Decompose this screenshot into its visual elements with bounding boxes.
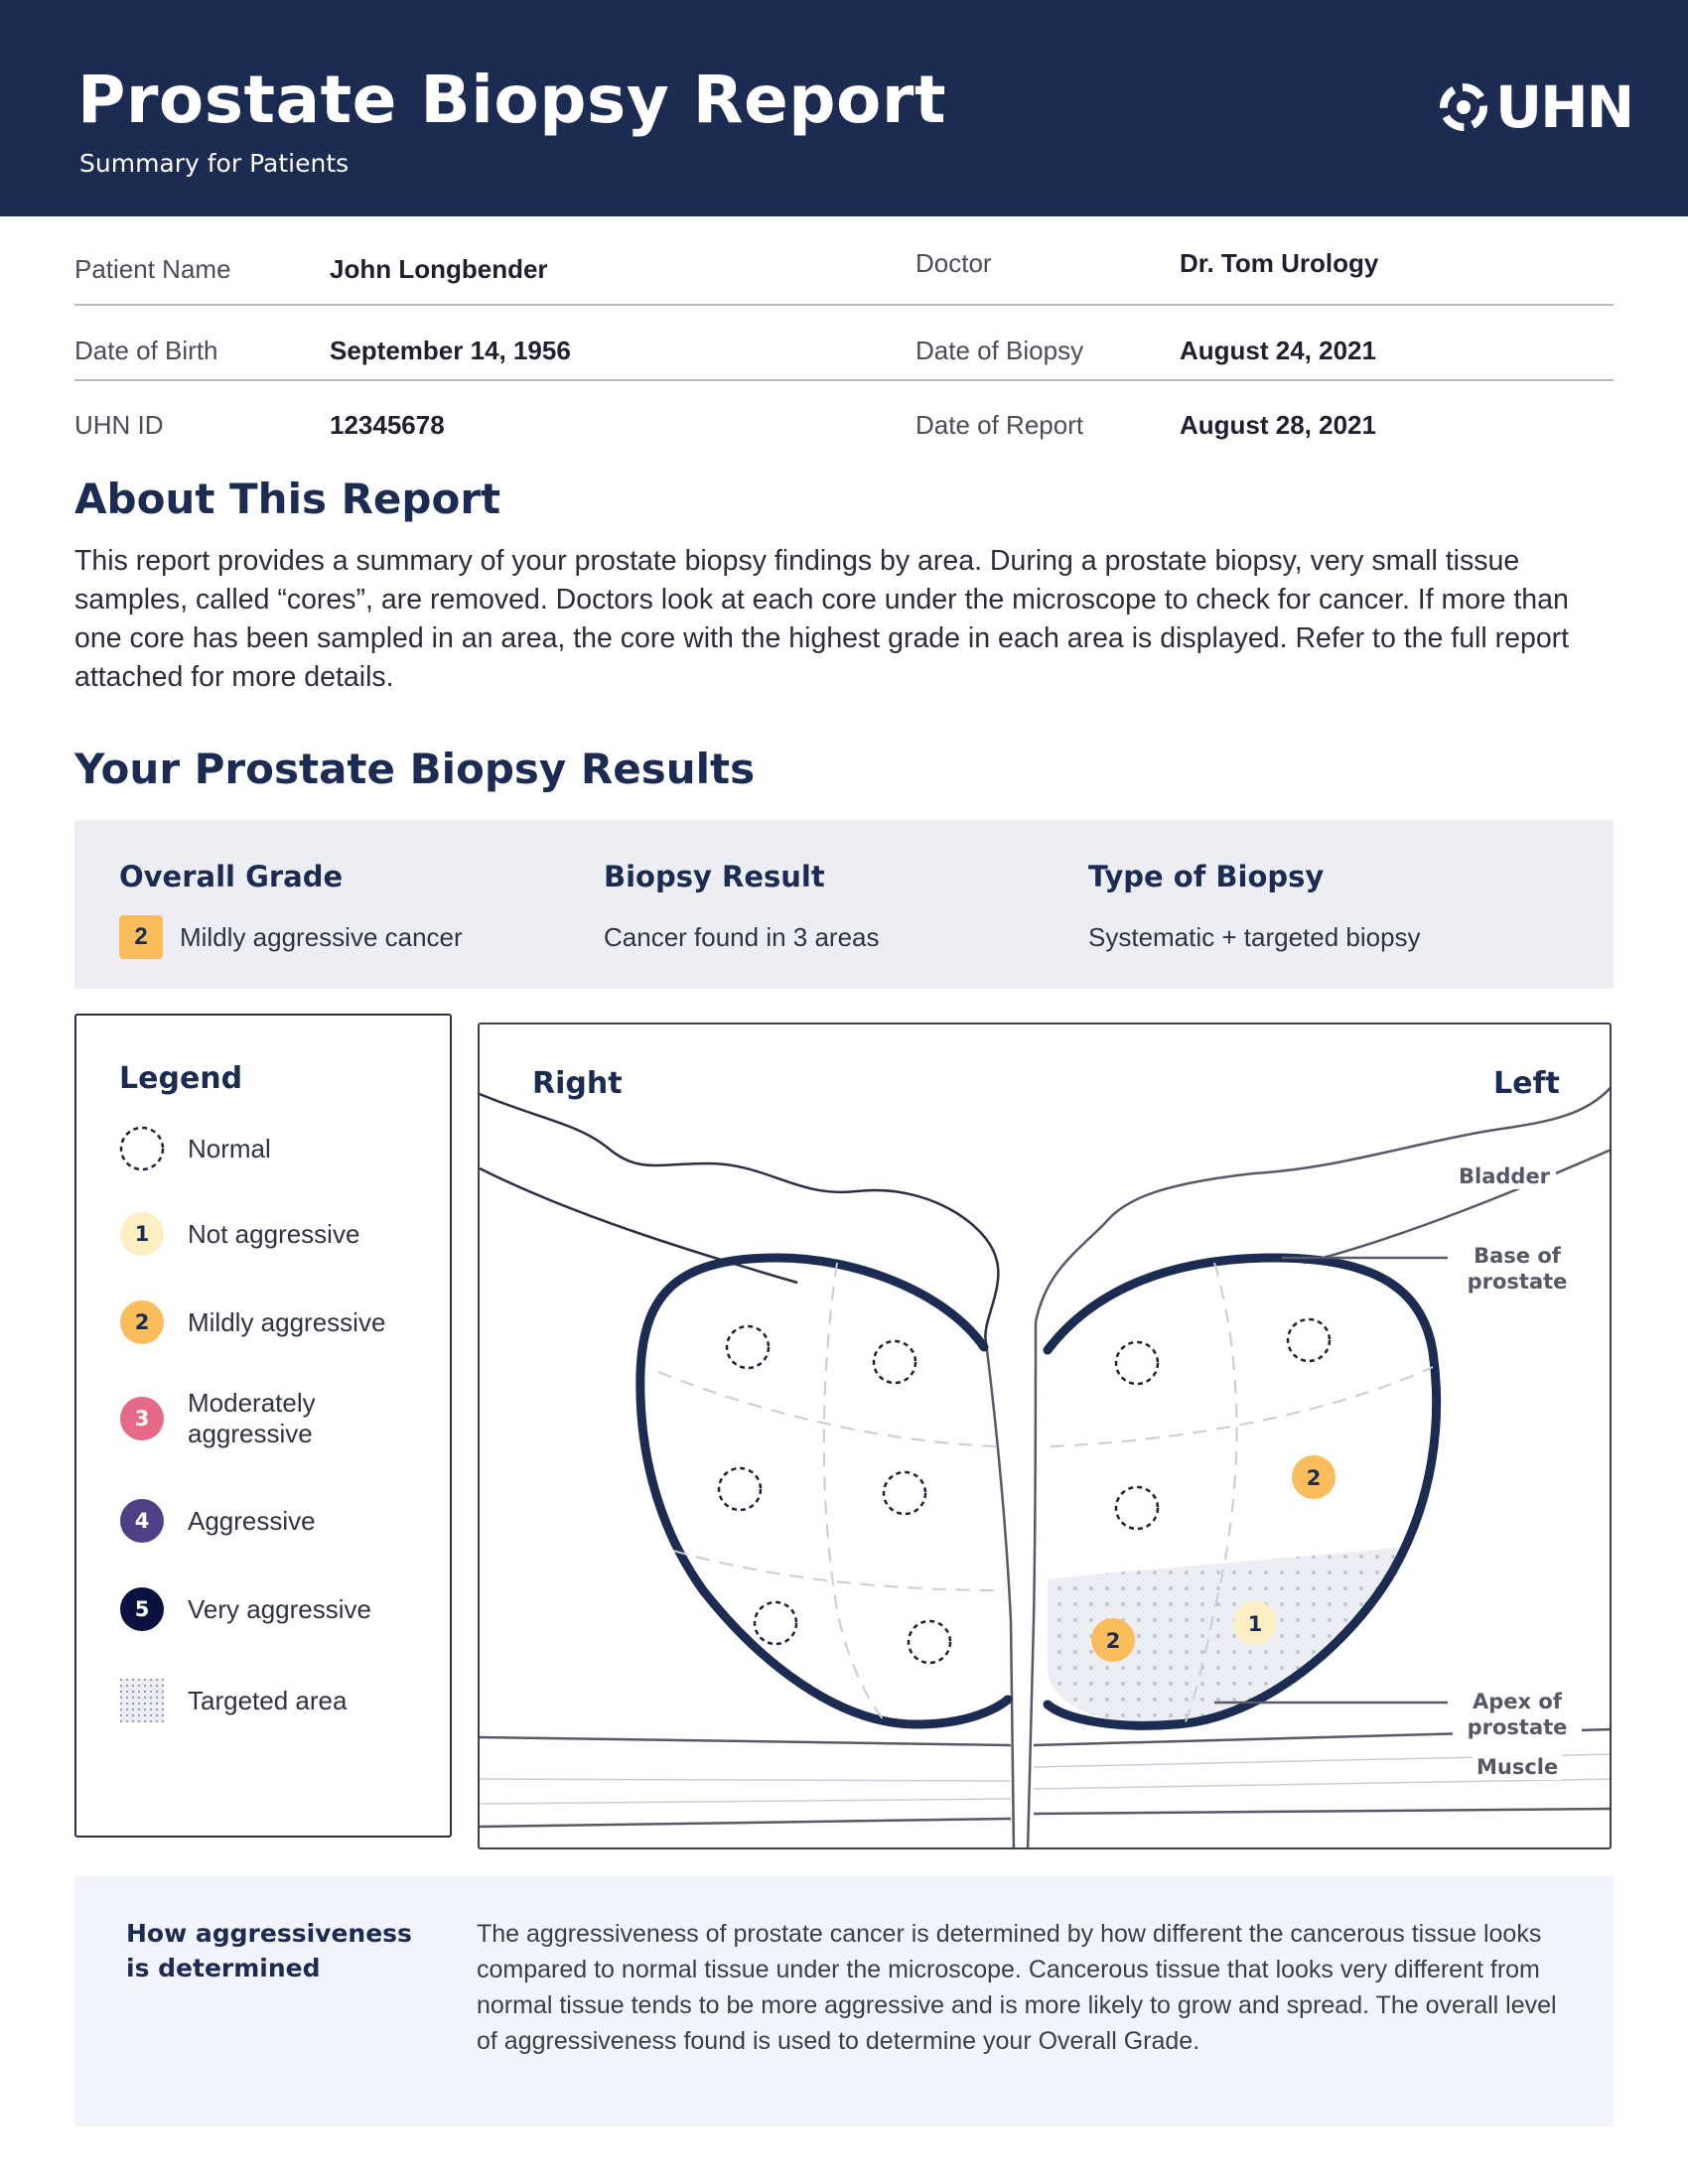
results-heading: Your Prostate Biopsy Results — [74, 745, 756, 793]
bladder-outline — [480, 1092, 1000, 1343]
biopsy-date-label: Date of Biopsy — [915, 336, 1084, 365]
prostate-diagram: 2 2 1 Right Left Bladder Base of prostat… — [478, 1023, 1612, 1849]
legend-title: Legend — [119, 1061, 243, 1096]
svg-text:1: 1 — [1248, 1612, 1263, 1636]
biopsy-type: Type of Biopsy Systematic + targeted bio… — [1088, 860, 1421, 959]
legend-item-grade-1: 1 Not aggressive — [118, 1210, 359, 1258]
biopsy-result-text: Cancer found in 3 areas — [604, 921, 880, 952]
patient-name: John Longbender — [330, 254, 548, 284]
right-core-normal — [753, 1600, 798, 1646]
patient-row-2: Date of Birth September 14, 1956 Date of… — [74, 306, 1614, 381]
left-core-normal — [1114, 1485, 1160, 1531]
overall-grade-text: Mildly aggressive cancer — [180, 921, 463, 952]
about-text: This report provides a summary of your p… — [74, 545, 1570, 693]
right-core-normal — [907, 1619, 952, 1665]
left-core-grade-2: 2 — [1292, 1455, 1336, 1499]
prostate-anatomy-svg: 2 2 1 — [480, 1086, 1610, 1847]
base-of-prostate-label: Base of prostate — [1453, 1243, 1582, 1295]
biopsy-result-title: Biopsy Result — [604, 860, 825, 893]
svg-text:1: 1 — [135, 1222, 150, 1246]
grade-5-icon: 5 — [120, 1587, 164, 1631]
legend-label: Very aggressive — [188, 1593, 371, 1624]
left-core-grade-1-targeted: 1 — [1233, 1601, 1277, 1645]
bladder-inner-outline — [480, 1166, 798, 1285]
biopsy-type-title: Type of Biopsy — [1088, 860, 1325, 893]
legend-label: Moderately aggressive — [188, 1388, 316, 1448]
legend-item-targeted: Targeted area — [118, 1677, 347, 1724]
uhn-id-value: 12345678 — [330, 410, 445, 440]
right-core-normal — [882, 1470, 927, 1516]
dob-value: September 14, 1956 — [330, 336, 571, 365]
left-side-label: Left — [1493, 1066, 1560, 1101]
muscle-label: Muscle — [1473, 1754, 1563, 1780]
doctor-label: Doctor — [915, 248, 992, 278]
svg-text:4: 4 — [135, 1509, 150, 1533]
legend-item-normal: Normal — [118, 1125, 271, 1172]
legend-item-grade-3: 3 Moderately aggressive — [118, 1388, 347, 1449]
legend-item-grade-5: 5 Very aggressive — [118, 1585, 371, 1633]
report-subtitle: Summary for Patients — [79, 149, 350, 178]
right-core-normal — [717, 1466, 763, 1512]
biopsy-date-value: August 24, 2021 — [1180, 336, 1376, 365]
overall-grade: Overall Grade 2 Mildly aggressive cancer — [119, 860, 463, 959]
aggressiveness-heading: How aggressiveness is determined — [126, 1919, 412, 1982]
right-core-normal — [872, 1339, 917, 1385]
grade-4-icon: 4 — [120, 1499, 164, 1543]
logo-text: UHN — [1495, 73, 1634, 141]
left-core-normal — [1114, 1340, 1160, 1386]
urethra — [984, 1341, 1016, 1847]
svg-text:2: 2 — [135, 1310, 150, 1334]
report-date-label: Date of Report — [915, 410, 1084, 440]
legend-item-grade-4: 4 Aggressive — [118, 1497, 316, 1545]
doctor-name: Dr. Tom Urology — [1180, 248, 1379, 278]
report-date-value: August 28, 2021 — [1180, 410, 1376, 440]
biopsy-result: Biopsy Result Cancer found in 3 areas — [604, 860, 880, 959]
uhn-id-label: UHN ID — [74, 410, 164, 440]
svg-text:3: 3 — [135, 1407, 150, 1431]
legend-label: Aggressive — [188, 1505, 316, 1536]
targeted-area-icon — [120, 1679, 164, 1722]
patient-row-1: Patient Name John Longbender Doctor Dr. … — [74, 230, 1614, 306]
right-side-label: Right — [532, 1066, 623, 1101]
legend-label: Mildly aggressive — [188, 1306, 386, 1337]
report-title: Prostate Biopsy Report — [77, 62, 946, 138]
legend-item-grade-2: 2 Mildly aggressive — [118, 1298, 385, 1346]
patient-row-3: UHN ID 12345678 Date of Report August 28… — [74, 380, 1614, 454]
left-core-normal — [1286, 1317, 1332, 1363]
report-header: Prostate Biopsy Report Summary for Patie… — [0, 0, 1688, 216]
biopsy-type-text: Systematic + targeted biopsy — [1088, 921, 1421, 952]
results-summary: Overall Grade 2 Mildly aggressive cancer… — [74, 820, 1614, 989]
apex-of-prostate-label: Apex of prostate — [1453, 1689, 1582, 1740]
legend-panel: Legend Normal 1 Not aggressive 2 Mildly … — [74, 1014, 452, 1838]
legend-label: Targeted area — [188, 1685, 348, 1715]
grade-3-icon: 3 — [120, 1397, 164, 1440]
svg-text:2: 2 — [1106, 1629, 1121, 1653]
left-core-grade-2-targeted: 2 — [1091, 1618, 1135, 1662]
grade-1-icon: 1 — [120, 1212, 164, 1256]
svg-text:2: 2 — [1307, 1466, 1322, 1490]
aggressiveness-text: The aggressiveness of prostate cancer is… — [477, 1920, 1557, 2055]
uhn-swirl-icon — [1440, 83, 1487, 131]
legend-label: Not aggressive — [188, 1218, 360, 1249]
right-core-normal — [725, 1324, 771, 1370]
svg-text:5: 5 — [135, 1597, 150, 1621]
bladder-label: Bladder — [1453, 1163, 1557, 1189]
overall-grade-title: Overall Grade — [119, 860, 344, 893]
right-prostate-lobe — [635, 1253, 1013, 1729]
aggressiveness-info-box: How aggressiveness is determined The agg… — [74, 1876, 1614, 2126]
about-heading: About This Report — [74, 475, 501, 523]
uhn-logo: UHN — [1438, 73, 1634, 141]
normal-dashed-circle-icon — [119, 1126, 165, 1171]
urethra — [1026, 1321, 1038, 1847]
grade-2-icon: 2 — [120, 1300, 164, 1344]
dob-label: Date of Birth — [74, 336, 218, 365]
overall-grade-badge: 2 — [119, 915, 163, 959]
legend-label: Normal — [188, 1133, 271, 1163]
patient-name-label: Patient Name — [74, 254, 231, 284]
